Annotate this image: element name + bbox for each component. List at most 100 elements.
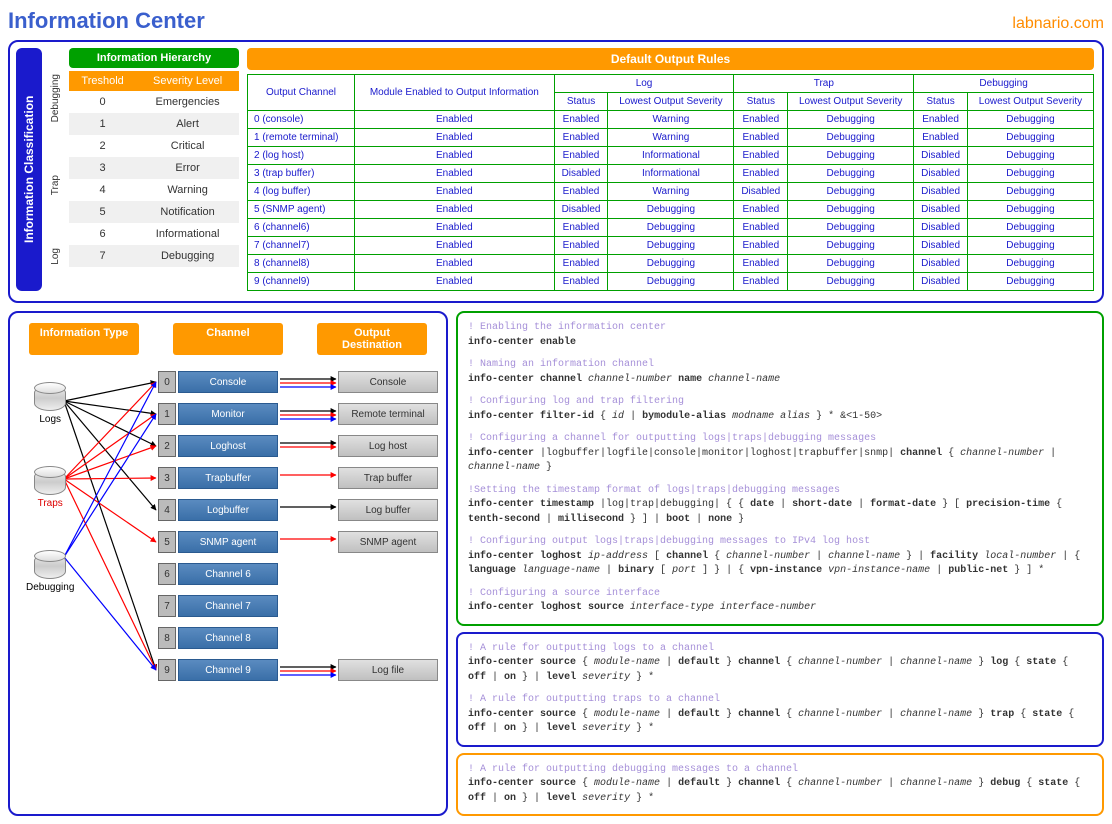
cmd-box-debug: ! A rule for outputting debugging messag…	[456, 753, 1104, 817]
cell: Debugging	[967, 129, 1093, 147]
hierarchy-table: Treshold Severity Level 0Emergencies1Ale…	[69, 71, 239, 267]
cell-severity: Critical	[136, 135, 239, 157]
destination-box: Console	[338, 371, 438, 393]
channel-row: 0Console	[158, 371, 278, 393]
col-output-channel: Output Channel	[248, 75, 355, 111]
channel-number: 7	[158, 595, 176, 617]
cell: Enabled	[734, 201, 788, 219]
cell: Informational	[608, 165, 734, 183]
col-module-enabled: Module Enabled to Output Information	[355, 75, 555, 111]
table-row: 8 (channel8)EnabledEnabledDebuggingEnabl…	[248, 255, 1094, 273]
cell: Enabled	[355, 129, 555, 147]
cell: Enabled	[734, 111, 788, 129]
page-title: Information Center	[8, 8, 205, 34]
cell: Debugging	[967, 165, 1093, 183]
cell-severity: Emergencies	[136, 91, 239, 113]
cylinder-icon	[34, 385, 66, 411]
cell-severity: Informational	[136, 223, 239, 245]
cmd-box-log-trap: ! A rule for outputting logs to a channe…	[456, 632, 1104, 747]
channel-box: Loghost	[178, 435, 278, 457]
cell: Enabled	[554, 255, 608, 273]
channel-row: 1Monitor	[158, 403, 278, 425]
command-panel: ! Enabling the information centerinfo-ce…	[456, 311, 1104, 816]
destination-box: Log buffer	[338, 499, 438, 521]
cell: Enabled	[914, 129, 968, 147]
channel-box: Channel 6	[178, 563, 278, 585]
command-entry: ! Configuring a channel for outputting l…	[468, 432, 1092, 476]
hierarchy-header: Information Hierarchy	[69, 48, 239, 68]
cell: 0 (console)	[248, 111, 355, 129]
cell-severity: Debugging	[136, 245, 239, 267]
cell: Enabled	[734, 237, 788, 255]
destination-box: Log file	[338, 659, 438, 681]
col-severity: Severity Level	[136, 71, 239, 91]
cell: Debugging	[967, 255, 1093, 273]
cell: Enabled	[734, 255, 788, 273]
cell: Disabled	[914, 237, 968, 255]
table-row: 2 (log host)EnabledEnabledInformationalE…	[248, 147, 1094, 165]
rules-table: Output Channel Module Enabled to Output …	[247, 74, 1094, 291]
channel-box: Logbuffer	[178, 499, 278, 521]
cell: Enabled	[734, 273, 788, 291]
cell-threshold: 1	[69, 113, 136, 135]
cell-threshold: 7	[69, 245, 136, 267]
destination-box: Log host	[338, 435, 438, 457]
cell: Debugging	[608, 237, 734, 255]
cell: Debugging	[788, 165, 914, 183]
destination-box: Trap buffer	[338, 467, 438, 489]
cell: Disabled	[914, 273, 968, 291]
col-trap-status: Status	[734, 93, 788, 111]
table-row: 4 (log buffer)EnabledEnabledWarningDisab…	[248, 183, 1094, 201]
channel-number: 9	[158, 659, 176, 681]
cell: Enabled	[554, 219, 608, 237]
cell: Debugging	[608, 201, 734, 219]
cell: Debugging	[788, 201, 914, 219]
cell: 1 (remote terminal)	[248, 129, 355, 147]
cell: Debugging	[788, 255, 914, 273]
cmd-box-general: ! Enabling the information centerinfo-ce…	[456, 311, 1104, 626]
col-threshold: Treshold	[69, 71, 136, 91]
channel-box: Console	[178, 371, 278, 393]
channel-number: 5	[158, 531, 176, 553]
cell-threshold: 6	[69, 223, 136, 245]
source-debugging: Debugging	[26, 553, 74, 593]
cell: Debugging	[608, 255, 734, 273]
cell: Enabled	[554, 129, 608, 147]
top-panel: Information Classification Debugging Tra…	[8, 40, 1104, 303]
cell: 3 (trap buffer)	[248, 165, 355, 183]
cell: 2 (log host)	[248, 147, 355, 165]
col-trap: Trap	[734, 75, 914, 93]
command-entry: ! Configuring a source interfaceinfo-cen…	[468, 587, 1092, 616]
cell: 9 (channel9)	[248, 273, 355, 291]
cell: Warning	[608, 129, 734, 147]
cell: Enabled	[355, 147, 555, 165]
rail-log: Log	[50, 244, 61, 269]
rail-trap: Trap	[50, 171, 61, 199]
cell: Debugging	[788, 147, 914, 165]
command-entry: ! Configuring log and trap filteringinfo…	[468, 395, 1092, 424]
channel-row: 8Channel 8	[158, 627, 278, 649]
cell: Debugging	[788, 273, 914, 291]
command-entry: ! A rule for outputting traps to a chann…	[468, 693, 1092, 737]
rail-debugging: Debugging	[50, 70, 61, 126]
rules-header: Default Output Rules	[247, 48, 1094, 70]
cell: Debugging	[788, 183, 914, 201]
command-entry: ! Enabling the information centerinfo-ce…	[468, 321, 1092, 350]
cell: Disabled	[914, 219, 968, 237]
cell: Debugging	[967, 273, 1093, 291]
col-info-type: Information Type	[29, 323, 139, 355]
col-dbg-status: Status	[914, 93, 968, 111]
cell: Debugging	[788, 111, 914, 129]
cell: Debugging	[967, 237, 1093, 255]
destination-box: SNMP agent	[338, 531, 438, 553]
cell: 4 (log buffer)	[248, 183, 355, 201]
command-entry: ! A rule for outputting logs to a channe…	[468, 642, 1092, 686]
cell: 7 (channel7)	[248, 237, 355, 255]
channel-row: 6Channel 6	[158, 563, 278, 585]
type-rail: Debugging Trap Log	[50, 48, 61, 291]
channel-box: SNMP agent	[178, 531, 278, 553]
table-row: 3 (trap buffer)EnabledDisabledInformatio…	[248, 165, 1094, 183]
cell: Disabled	[914, 201, 968, 219]
channel-number: 3	[158, 467, 176, 489]
col-log: Log	[554, 75, 734, 93]
